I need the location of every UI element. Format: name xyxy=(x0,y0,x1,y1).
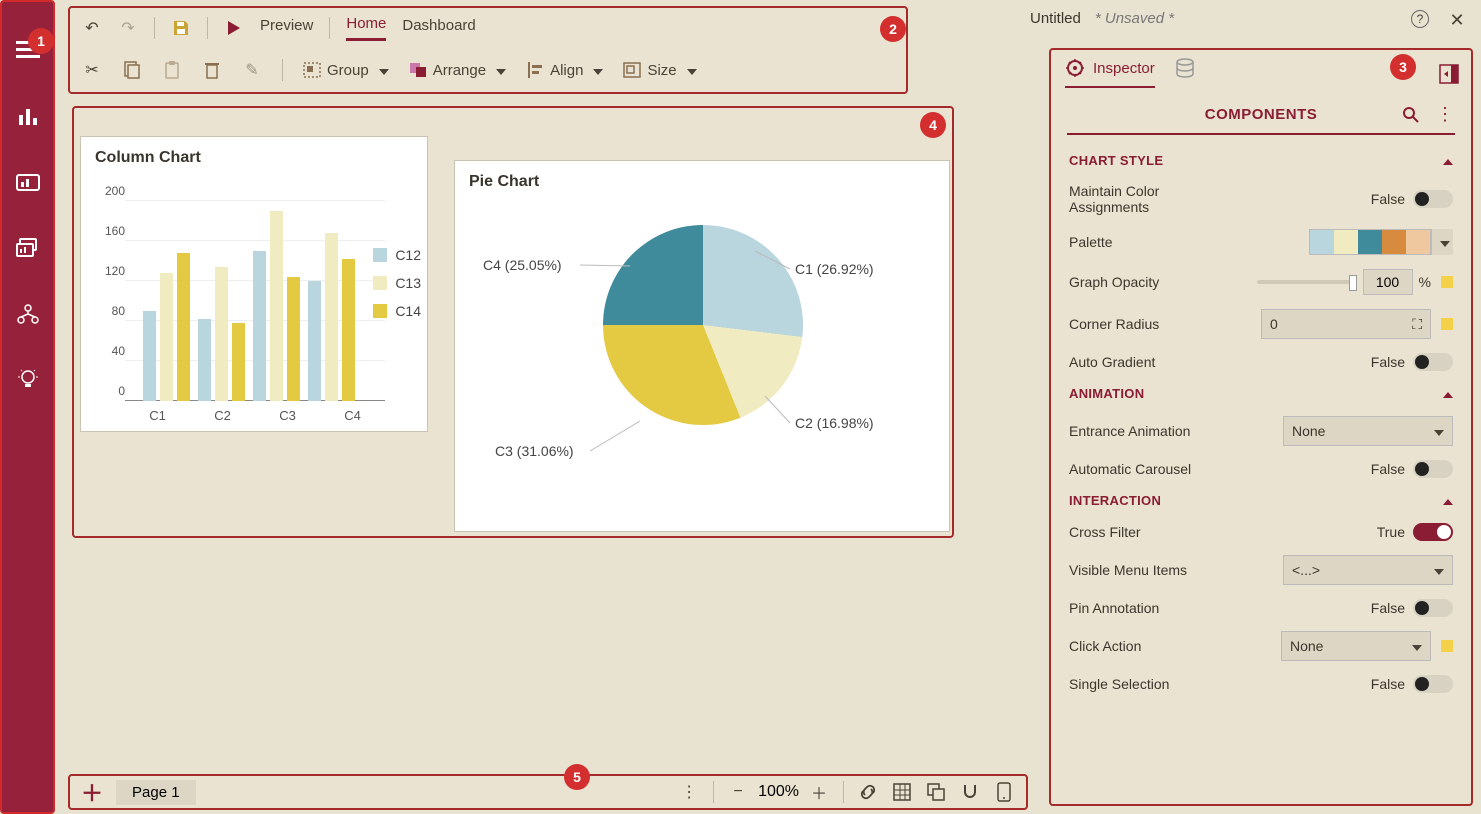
section-animation[interactable]: ANIMATION xyxy=(1069,386,1453,401)
bar-chart-icon[interactable] xyxy=(15,103,41,129)
mobile-icon[interactable] xyxy=(994,782,1014,802)
format-paint-icon[interactable]: ✎ xyxy=(242,60,262,80)
prop-single-selection: Single Selection xyxy=(1069,676,1169,692)
column-chart-title: Column Chart xyxy=(81,137,427,171)
toggle-cross-filter[interactable] xyxy=(1413,523,1453,541)
tab-preview[interactable]: Preview xyxy=(260,17,313,40)
expand-icon[interactable]: ⛶ xyxy=(1412,316,1422,333)
unsaved-status: * Unsaved * xyxy=(1095,10,1174,27)
column-chart-card[interactable]: Column Chart 20016012080400 C1C2C3C4 C12… xyxy=(80,136,428,432)
undo-icon[interactable]: ↶ xyxy=(82,18,102,38)
paste-icon[interactable] xyxy=(162,60,182,80)
snap-icon[interactable] xyxy=(960,782,980,802)
click-action-select[interactable]: None xyxy=(1281,631,1431,661)
pie-label-c2: C2 (16.98%) xyxy=(795,415,874,431)
collapse-panel-icon[interactable] xyxy=(1439,64,1459,84)
zoom-value: 100% xyxy=(758,783,799,801)
toggle-maintain-color[interactable] xyxy=(1413,190,1453,208)
prop-opacity: Graph Opacity xyxy=(1069,274,1159,290)
pie-label-c3: C3 (31.06%) xyxy=(495,443,574,459)
zoom-in-icon[interactable]: ＋ xyxy=(809,782,829,802)
document-title: Untitled * Unsaved * xyxy=(1030,10,1174,27)
prop-entrance-animation: Entrance Animation xyxy=(1069,423,1190,439)
search-icon[interactable] xyxy=(1401,105,1421,125)
callout-2: 2 xyxy=(880,16,906,42)
size-button[interactable]: Size xyxy=(623,62,696,79)
inspector-panel: Inspector COMPONENTS ⋮ CHART STYLE Maint… xyxy=(1049,48,1473,806)
x-axis: C1C2C3C4 xyxy=(125,408,385,423)
prop-cross-filter: Cross Filter xyxy=(1069,524,1141,540)
indicator-icon xyxy=(1441,318,1453,330)
close-icon[interactable]: ✕ xyxy=(1447,10,1467,30)
layers-chart-icon[interactable] xyxy=(15,235,41,261)
zoom-out-icon[interactable]: − xyxy=(728,782,748,802)
pie-visual xyxy=(603,225,803,425)
prop-auto-gradient: Auto Gradient xyxy=(1069,354,1155,370)
callout-5: 5 xyxy=(564,764,590,790)
prop-maintain-color: Maintain Color Assignments xyxy=(1069,183,1229,215)
cut-icon[interactable]: ✂ xyxy=(82,60,102,80)
toggle-auto-carousel[interactable] xyxy=(1413,460,1453,478)
palette-swatches[interactable] xyxy=(1309,229,1431,255)
toggle-single-selection[interactable] xyxy=(1413,675,1453,693)
save-icon[interactable] xyxy=(171,18,191,38)
inspector-tab[interactable]: Inspector xyxy=(1065,58,1155,88)
corner-radius-input[interactable]: 0⛶ xyxy=(1261,309,1431,339)
prop-palette: Palette xyxy=(1069,234,1113,250)
align-button[interactable]: Align xyxy=(526,62,603,79)
inspector-header: COMPONENTS xyxy=(1205,106,1318,123)
callout-3: 3 xyxy=(1390,54,1416,80)
section-interaction[interactable]: INTERACTION xyxy=(1069,493,1453,508)
callout-1: 1 xyxy=(28,28,54,54)
tab-home[interactable]: Home xyxy=(346,15,386,41)
more-icon[interactable]: ⋮ xyxy=(1435,105,1455,125)
indicator-icon xyxy=(1441,640,1453,652)
delete-icon[interactable] xyxy=(202,60,222,80)
palette-dropdown[interactable] xyxy=(1431,229,1453,255)
tab-dashboard[interactable]: Dashboard xyxy=(402,17,475,40)
visible-menu-select[interactable]: <...> xyxy=(1283,555,1453,585)
column-plot-area xyxy=(125,191,385,401)
pie-label-c4: C4 (25.05%) xyxy=(483,257,562,273)
overlap-icon[interactable] xyxy=(926,782,946,802)
prop-corner-radius: Corner Radius xyxy=(1069,316,1159,332)
group-button[interactable]: Group xyxy=(303,62,389,79)
bottom-bar: ＋ Page 1 ⋮ − 100% ＋ xyxy=(68,774,1028,810)
pie-chart-title: Pie Chart xyxy=(455,161,949,195)
prop-auto-carousel: Automatic Carousel xyxy=(1069,461,1191,477)
section-chart-style[interactable]: CHART STYLE xyxy=(1069,153,1453,168)
toggle-auto-gradient[interactable] xyxy=(1413,353,1453,371)
arrange-button[interactable]: Arrange xyxy=(409,62,506,79)
lightbulb-icon[interactable] xyxy=(15,367,41,393)
toolbar: ↶ ↷ Preview Home Dashboard ✂ ✎ Group Arr… xyxy=(68,6,908,94)
pie-label-c1: C1 (26.92%) xyxy=(795,261,874,277)
folder-chart-icon[interactable] xyxy=(15,169,41,195)
callout-4: 4 xyxy=(920,112,946,138)
opacity-input[interactable] xyxy=(1363,269,1413,295)
column-legend: C12C13C14 xyxy=(373,247,421,331)
canvas[interactable]: Column Chart 20016012080400 C1C2C3C4 C12… xyxy=(72,106,954,538)
pie-chart-card[interactable]: Pie Chart C1 (26.92%) C2 (16.98%) C3 (31… xyxy=(454,160,950,532)
opacity-slider[interactable] xyxy=(1257,280,1357,284)
data-tab[interactable] xyxy=(1175,58,1195,88)
prop-click-action: Click Action xyxy=(1069,638,1141,654)
grid-icon[interactable] xyxy=(892,782,912,802)
redo-icon[interactable]: ↷ xyxy=(118,18,138,38)
entrance-animation-select[interactable]: None xyxy=(1283,416,1453,446)
copy-icon[interactable] xyxy=(122,60,142,80)
page-menu-icon[interactable]: ⋮ xyxy=(679,782,699,802)
page-tab[interactable]: Page 1 xyxy=(116,780,196,805)
toggle-pin-annotation[interactable] xyxy=(1413,599,1453,617)
y-axis: 20016012080400 xyxy=(91,191,125,431)
indicator-icon xyxy=(1441,276,1453,288)
help-icon[interactable]: ? xyxy=(1411,10,1429,28)
play-icon[interactable] xyxy=(224,18,244,38)
title-text: Untitled xyxy=(1030,10,1081,27)
prop-visible-menu: Visible Menu Items xyxy=(1069,562,1187,578)
link-icon[interactable] xyxy=(858,782,878,802)
prop-pin-annotation: Pin Annotation xyxy=(1069,600,1159,616)
left-nav xyxy=(0,0,55,814)
add-page-icon[interactable]: ＋ xyxy=(82,782,102,802)
hierarchy-icon[interactable] xyxy=(15,301,41,327)
